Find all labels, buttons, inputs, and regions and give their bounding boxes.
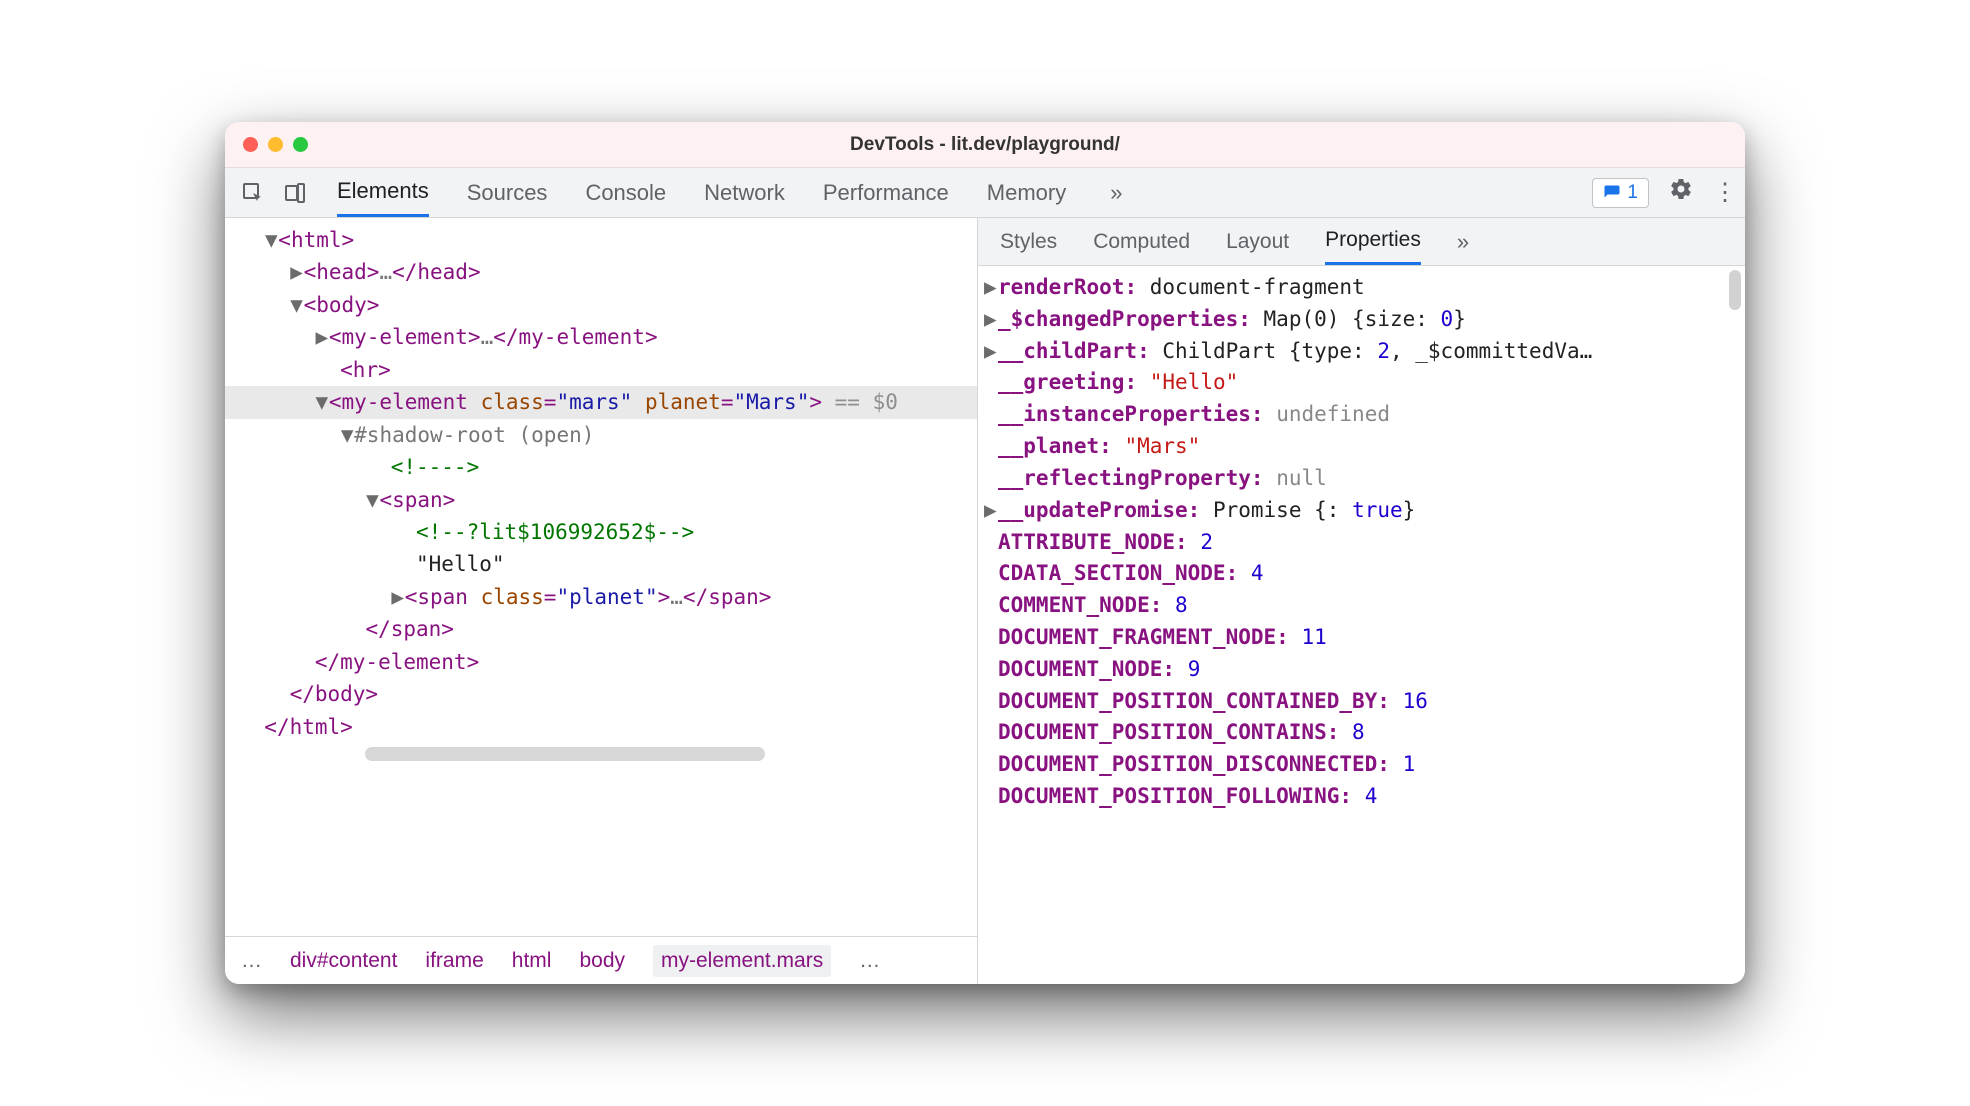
- subtab-styles[interactable]: Styles: [1000, 220, 1057, 264]
- property-row[interactable]: __planet: "Mars": [982, 431, 1737, 463]
- dom-node[interactable]: "Hello": [225, 548, 977, 580]
- issues-badge[interactable]: 1: [1592, 178, 1649, 208]
- expand-icon[interactable]: ▼: [315, 387, 329, 417]
- property-row[interactable]: ▶_$changedProperties: Map(0) {size: 0}: [982, 304, 1737, 336]
- property-row[interactable]: DOCUMENT_POSITION_CONTAINED_BY: 16: [982, 686, 1737, 718]
- tab-network[interactable]: Network: [704, 170, 785, 216]
- dom-node[interactable]: <!---->: [225, 451, 977, 483]
- property-row[interactable]: DOCUMENT_NODE: 9: [982, 654, 1737, 686]
- expand-icon[interactable]: ▶: [984, 496, 998, 526]
- more-subtabs-icon[interactable]: »: [1457, 229, 1469, 255]
- breadcrumb-item[interactable]: body: [579, 949, 625, 973]
- subtab-computed[interactable]: Computed: [1093, 220, 1190, 264]
- window-title: DevTools - lit.dev/playground/: [225, 134, 1745, 156]
- tab-memory[interactable]: Memory: [987, 170, 1066, 216]
- dom-node[interactable]: ▼<html>: [225, 224, 977, 256]
- expand-icon[interactable]: ▼: [290, 290, 304, 320]
- traffic-lights: [243, 137, 308, 152]
- dom-node[interactable]: ▶<my-element>…</my-element>: [225, 321, 977, 353]
- more-tabs-icon[interactable]: »: [1110, 180, 1122, 206]
- dom-node[interactable]: </span>: [225, 613, 977, 645]
- maximize-window-button[interactable]: [293, 137, 308, 152]
- breadcrumb-overflow-left[interactable]: …: [241, 949, 262, 973]
- dom-node[interactable]: <!--?lit$106992652$-->: [225, 516, 977, 548]
- content-split: ▼<html> ▶<head>…</head> ▼<body> ▶<my-ele…: [225, 218, 1745, 984]
- properties-list[interactable]: ▶renderRoot: document-fragment▶_$changed…: [978, 266, 1745, 984]
- vertical-scrollbar[interactable]: [1729, 270, 1741, 310]
- horizontal-scrollbar[interactable]: [365, 747, 947, 761]
- tab-console[interactable]: Console: [585, 170, 666, 216]
- breadcrumb-item[interactable]: html: [512, 949, 552, 973]
- dom-node[interactable]: ▼<body>: [225, 289, 977, 321]
- property-row[interactable]: ▶__childPart: ChildPart {type: 2, _$comm…: [982, 336, 1737, 368]
- expand-icon[interactable]: ▼: [264, 225, 278, 255]
- dom-tree[interactable]: ▼<html> ▶<head>…</head> ▼<body> ▶<my-ele…: [225, 218, 977, 936]
- subtab-layout[interactable]: Layout: [1226, 220, 1289, 264]
- expand-icon[interactable]: ▼: [365, 485, 379, 515]
- settings-icon[interactable]: [1669, 177, 1693, 208]
- property-row[interactable]: ▶renderRoot: document-fragment: [982, 272, 1737, 304]
- subtab-properties[interactable]: Properties: [1325, 218, 1421, 265]
- property-row[interactable]: DOCUMENT_POSITION_CONTAINS: 8: [982, 717, 1737, 749]
- expand-icon[interactable]: ▶: [391, 582, 405, 612]
- property-row[interactable]: ATTRIBUTE_NODE: 2: [982, 527, 1737, 559]
- property-row[interactable]: COMMENT_NODE: 8: [982, 590, 1737, 622]
- property-row[interactable]: __greeting: "Hello": [982, 367, 1737, 399]
- property-row[interactable]: ▶__updatePromise: Promise {: true}: [982, 495, 1737, 527]
- property-row[interactable]: DOCUMENT_POSITION_DISCONNECTED: 1: [982, 749, 1737, 781]
- dom-node[interactable]: ▼<span>: [225, 484, 977, 516]
- dom-node[interactable]: ▶<span class="planet">…</span>: [225, 581, 977, 613]
- tab-elements[interactable]: Elements: [337, 168, 429, 217]
- issues-count: 1: [1627, 182, 1638, 204]
- dom-node[interactable]: </body>: [225, 678, 977, 710]
- tab-sources[interactable]: Sources: [467, 170, 548, 216]
- expand-icon[interactable]: ▶: [984, 337, 998, 367]
- titlebar: DevTools - lit.dev/playground/: [225, 122, 1745, 168]
- more-options-icon[interactable]: ⋮: [1713, 178, 1737, 207]
- breadcrumb-overflow-right[interactable]: …: [859, 949, 880, 973]
- property-row[interactable]: __instanceProperties: undefined: [982, 399, 1737, 431]
- property-row[interactable]: DOCUMENT_POSITION_FOLLOWING: 4: [982, 781, 1737, 813]
- dom-node[interactable]: </html>: [225, 711, 977, 743]
- sidebar-panel: Styles Computed Layout Properties » ▶ren…: [978, 218, 1745, 984]
- breadcrumb-item[interactable]: iframe: [425, 949, 483, 973]
- main-tabs: Elements Sources Console Network Perform…: [337, 168, 1066, 217]
- breadcrumb-item-active[interactable]: my-element.mars: [653, 945, 831, 977]
- breadcrumb-item[interactable]: div#content: [290, 949, 397, 973]
- dom-node[interactable]: </my-element>: [225, 646, 977, 678]
- property-row[interactable]: CDATA_SECTION_NODE: 4: [982, 558, 1737, 590]
- breadcrumb: … div#content iframe html body my-elemen…: [225, 936, 977, 984]
- property-row[interactable]: DOCUMENT_FRAGMENT_NODE: 11: [982, 622, 1737, 654]
- dom-node[interactable]: ▶<head>…</head>: [225, 256, 977, 288]
- expand-icon[interactable]: ▼: [340, 420, 354, 450]
- devtools-window: DevTools - lit.dev/playground/ Elements …: [225, 122, 1745, 984]
- expand-icon[interactable]: ▶: [984, 305, 998, 335]
- expand-icon[interactable]: ▶: [984, 273, 998, 303]
- property-row[interactable]: __reflectingProperty: null: [982, 463, 1737, 495]
- expand-icon[interactable]: ▶: [315, 322, 329, 352]
- main-tabstrip: Elements Sources Console Network Perform…: [225, 168, 1745, 218]
- tab-performance[interactable]: Performance: [823, 170, 949, 216]
- device-toolbar-icon[interactable]: [281, 179, 309, 207]
- dom-node-selected[interactable]: ▼<my-element class="mars" planet="Mars">…: [225, 386, 977, 418]
- sidebar-tabs: Styles Computed Layout Properties »: [978, 218, 1745, 266]
- dom-node[interactable]: ▼#shadow-root (open): [225, 419, 977, 451]
- minimize-window-button[interactable]: [268, 137, 283, 152]
- inspect-element-icon[interactable]: [239, 179, 267, 207]
- expand-icon[interactable]: ▶: [290, 257, 304, 287]
- close-window-button[interactable]: [243, 137, 258, 152]
- dom-node[interactable]: <hr>: [225, 354, 977, 386]
- elements-panel: ▼<html> ▶<head>…</head> ▼<body> ▶<my-ele…: [225, 218, 978, 984]
